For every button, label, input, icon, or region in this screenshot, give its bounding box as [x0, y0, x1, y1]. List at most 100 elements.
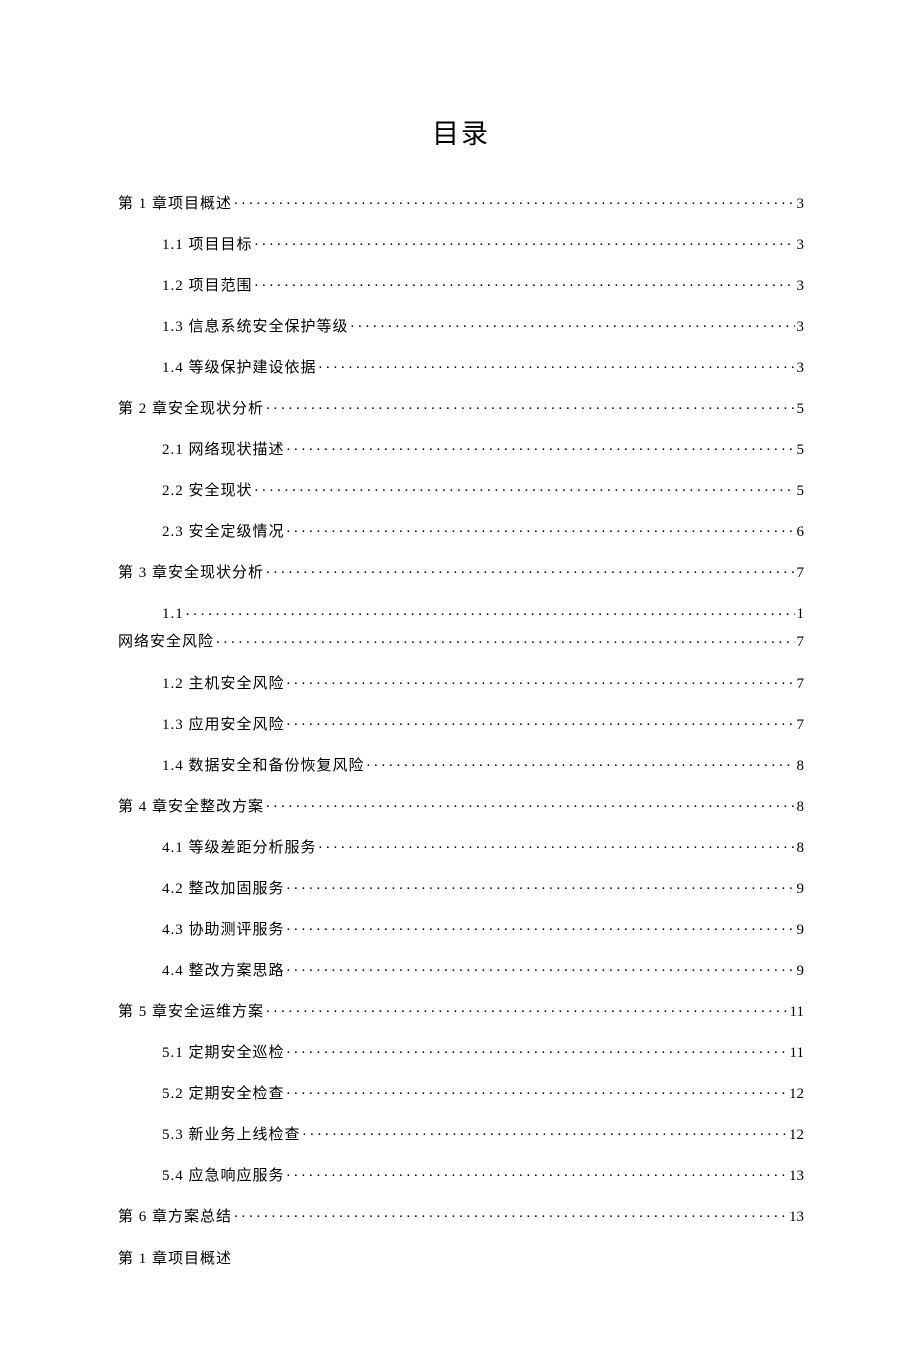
toc-entry-page: 12 — [789, 1128, 804, 1143]
toc-leader-dots — [287, 439, 795, 454]
toc-entry-page: 3 — [797, 361, 805, 376]
toc-leader-dots — [255, 480, 795, 495]
toc-entry: 5.1 定期安全巡检 11 — [162, 1042, 804, 1061]
toc-entry-label: 1.2 主机安全风险 — [162, 677, 285, 692]
toc-leader-dots — [319, 837, 795, 852]
toc-leader-dots — [186, 603, 795, 618]
toc-entry: 4.2 整改加固服务 9 — [162, 878, 804, 897]
toc-entry: 1.3 应用安全风险7 — [162, 714, 804, 733]
toc-entry-label: 1.1 — [162, 606, 184, 623]
toc-entry: 4.3 协助测评服务 9 — [162, 919, 804, 938]
toc-entry-page: 3 — [797, 320, 805, 335]
toc-entry-label: 4.2 整改加固服务 — [162, 882, 285, 897]
toc-leader-dots — [266, 562, 794, 577]
toc-entry-label: 4.4 整改方案思路 — [162, 964, 285, 979]
toc-entry-label: 1.2 项目范围 — [162, 279, 253, 294]
toc-entry: 第 4 章安全整改方案8 — [118, 796, 804, 815]
toc-entry-label: 5.2 定期安全检查 — [162, 1087, 285, 1102]
toc-entry-page: 8 — [797, 759, 805, 774]
toc-entry-page: 6 — [797, 525, 805, 540]
toc-leader-dots — [216, 631, 794, 646]
toc-entry: 1.4 数据安全和备份恢复风险 8 — [162, 755, 804, 774]
toc-entry: 第 5 章安全运维方案 11 — [118, 1001, 804, 1020]
toc-leader-dots — [287, 919, 795, 934]
toc-leader-dots — [287, 714, 795, 729]
toc-entry: 1.3 信息系统安全保护等级 3 — [162, 316, 804, 335]
toc-leader-dots — [287, 673, 795, 688]
toc-entry-page: 11 — [790, 1005, 804, 1020]
toc-entry-page: 8 — [797, 800, 805, 815]
toc-entry-label: 第 1 章项目概述 — [118, 197, 232, 212]
toc-entry-label: 2.1 网络现状描述 — [162, 443, 285, 458]
toc-entry: 第 1 章项目概述 3 — [118, 193, 804, 212]
toc-leader-dots — [255, 234, 795, 249]
toc-entry-label: 5.3 新业务上线检查 — [162, 1128, 301, 1143]
toc-leader-dots — [266, 796, 794, 811]
toc-entry-label: 4.1 等级差距分析服务 — [162, 841, 317, 856]
toc-entry-page: 7 — [797, 566, 805, 581]
toc-entry: 5.4 应急响应服务 13 — [162, 1165, 804, 1184]
toc-leader-dots — [303, 1124, 787, 1139]
toc-entry-wrapped: 1.1 1 网络安全风险 7 — [118, 603, 804, 651]
toc-leader-dots — [367, 755, 795, 770]
toc-leader-dots — [255, 275, 795, 290]
toc-entry: 2.2 安全现状 5 — [162, 480, 804, 499]
toc-entry: 1.2 项目范围3 — [162, 275, 804, 294]
toc-leader-dots — [266, 1001, 788, 1016]
toc-entry-label: 第 3 章安全现状分析 — [118, 566, 264, 581]
toc-entry-label: 2.2 安全现状 — [162, 484, 253, 499]
toc-entry-label: 4.3 协助测评服务 — [162, 923, 285, 938]
toc-leader-dots — [287, 1083, 787, 1098]
chapter-heading: 第 1 章项目概述 — [118, 1247, 804, 1268]
toc-entry-label: 1.4 数据安全和备份恢复风险 — [162, 759, 365, 774]
toc-leader-dots — [287, 521, 795, 536]
toc-entry-label: 5.4 应急响应服务 — [162, 1169, 285, 1184]
toc-entry: 1.2 主机安全风险 7 — [162, 673, 804, 692]
toc-entry: 5.2 定期安全检查 12 — [162, 1083, 804, 1102]
toc-entry-label: 1.3 信息系统安全保护等级 — [162, 320, 349, 335]
toc-entry-page: 8 — [797, 841, 805, 856]
toc-entry-page: 13 — [789, 1169, 804, 1184]
toc-entry-page: 9 — [797, 882, 805, 897]
toc-entry-page: 12 — [789, 1087, 804, 1102]
toc-entry-page: 5 — [797, 402, 805, 417]
toc-leader-dots — [287, 960, 795, 975]
toc-entry-label: 2.3 安全定级情况 — [162, 525, 285, 540]
toc-leader-dots — [287, 1165, 787, 1180]
toc-entry: 1.4 等级保护建设依据 3 — [162, 357, 804, 376]
toc-title: 目录 — [118, 112, 804, 151]
toc-leader-dots — [319, 357, 795, 372]
toc-entry: 2.1 网络现状描述5 — [162, 439, 804, 458]
toc-body: 第 1 章项目概述31.1 项目目标31.2 项目范围31.3 信息系统安全保护… — [118, 193, 804, 1225]
toc-entry: 第 2 章安全现状分析 5 — [118, 398, 804, 417]
toc-entry-label: 1.4 等级保护建设依据 — [162, 361, 317, 376]
toc-entry-page: 13 — [789, 1210, 804, 1225]
toc-entry: 1.1 项目目标3 — [162, 234, 804, 253]
toc-entry-page: 5 — [797, 484, 805, 499]
toc-entry-page: 9 — [797, 964, 805, 979]
toc-leader-dots — [234, 193, 794, 208]
toc-entry: 第 3 章安全现状分析 7 — [118, 562, 804, 581]
toc-entry-page: 9 — [797, 923, 805, 938]
document-page: 目录 第 1 章项目概述31.1 项目目标31.2 项目范围31.3 信息系统安… — [0, 0, 920, 1368]
toc-leader-dots — [287, 878, 795, 893]
toc-entry: 4.1 等级差距分析服务 8 — [162, 837, 804, 856]
toc-entry-page: 3 — [797, 197, 805, 212]
toc-leader-dots — [234, 1206, 787, 1221]
toc-entry-label: 第 6 章方案总结 — [118, 1210, 232, 1225]
toc-leader-dots — [266, 398, 794, 413]
toc-entry-page: 7 — [797, 677, 805, 692]
toc-entry-label: 5.1 定期安全巡检 — [162, 1046, 285, 1061]
toc-entry-label: 第 5 章安全运维方案 — [118, 1005, 264, 1020]
toc-entry: 第 6 章方案总结 13 — [118, 1206, 804, 1225]
toc-leader-dots — [287, 1042, 788, 1057]
toc-entry-page: 3 — [797, 238, 805, 253]
toc-entry-label: 网络安全风险 — [118, 630, 214, 651]
toc-entry: 4.4 整改方案思路 9 — [162, 960, 804, 979]
toc-entry-page: 11 — [790, 1046, 804, 1061]
toc-entry-page: 1 — [797, 606, 805, 623]
toc-entry-page: 7 — [797, 634, 805, 651]
toc-entry-page: 7 — [797, 718, 805, 733]
toc-entry-label: 第 2 章安全现状分析 — [118, 402, 264, 417]
toc-entry: 2.3 安全定级情况 6 — [162, 521, 804, 540]
